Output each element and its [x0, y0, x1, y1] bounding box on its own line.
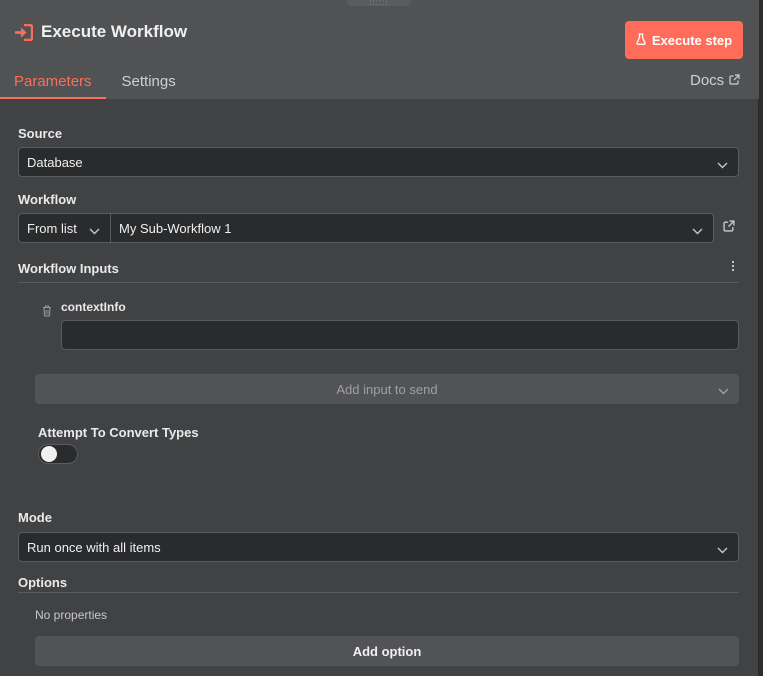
- chevron-down-icon: [89, 223, 100, 238]
- execute-step-button[interactable]: Execute step: [625, 21, 743, 59]
- docs-link[interactable]: Docs: [690, 72, 740, 89]
- options-label: Options: [18, 575, 68, 590]
- panel-header: :::::: Execute Workflow Execute step Par…: [0, 0, 759, 99]
- node-title: Execute Workflow: [14, 22, 187, 42]
- node-details-panel: :::::: Execute Workflow Execute step Par…: [0, 0, 759, 676]
- execute-step-label: Execute step: [651, 32, 733, 48]
- parameters-content: Source Database Workflow From list My Su…: [0, 99, 759, 676]
- convert-types-label: Attempt To Convert Types: [38, 425, 199, 440]
- node-title-text: Execute Workflow: [41, 22, 188, 41]
- docs-label: Docs: [690, 72, 725, 89]
- open-workflow-external-link-icon[interactable]: [723, 219, 735, 237]
- external-link-icon: [729, 72, 740, 89]
- mode-value: Run once with all items: [27, 539, 161, 555]
- mode-label: Mode: [18, 510, 52, 525]
- tab-parameters[interactable]: Parameters: [0, 70, 106, 99]
- convert-types-toggle[interactable]: [38, 444, 78, 464]
- workflow-inputs-label: Workflow Inputs: [18, 261, 119, 276]
- tab-settings[interactable]: Settings: [106, 70, 190, 99]
- chevron-down-icon: [718, 383, 729, 398]
- mode-select[interactable]: Run once with all items: [18, 532, 739, 562]
- workflow-inputs-divider: [18, 282, 739, 283]
- workflow-select[interactable]: My Sub-Workflow 1: [110, 213, 714, 243]
- chevron-down-icon: [692, 223, 703, 238]
- workflow-mode-value: From list: [27, 220, 77, 236]
- source-label: Source: [18, 126, 63, 141]
- workflow-label: Workflow: [18, 192, 77, 207]
- more-vertical-icon[interactable]: [731, 259, 735, 277]
- no-properties-text: No properties: [35, 608, 108, 622]
- source-value: Database: [27, 154, 83, 170]
- chevron-down-icon: [717, 542, 728, 557]
- workflow-value: My Sub-Workflow 1: [119, 220, 232, 236]
- source-select[interactable]: Database: [18, 147, 739, 177]
- sign-in-arrow-icon: [14, 23, 33, 41]
- toggle-knob: [41, 446, 57, 462]
- add-input-label: Add input to send: [336, 381, 438, 397]
- panel-tabs: Parameters Settings: [0, 70, 190, 99]
- options-divider: [18, 592, 739, 593]
- drag-handle-grip: ::::::: [369, 0, 389, 7]
- input-name-contextinfo: contextInfo: [61, 300, 126, 314]
- trash-icon[interactable]: [42, 304, 52, 322]
- contextinfo-input[interactable]: [61, 320, 739, 350]
- workflow-mode-select[interactable]: From list: [18, 213, 111, 243]
- chevron-down-icon: [717, 157, 728, 172]
- add-option-button[interactable]: Add option: [35, 636, 739, 666]
- drag-handle[interactable]: ::::::: [347, 0, 411, 7]
- flask-icon: [636, 32, 646, 48]
- add-input-dropdown[interactable]: Add input to send: [35, 374, 739, 404]
- add-option-label: Add option: [352, 643, 422, 659]
